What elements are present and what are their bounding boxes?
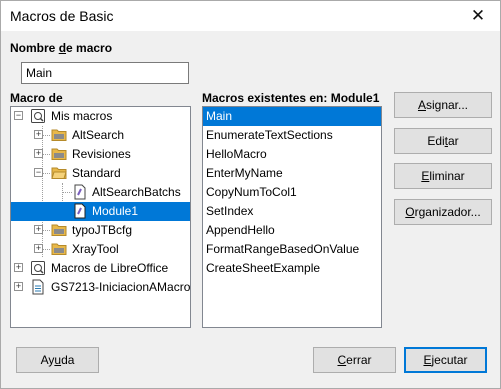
tree-item-altsearchbatchs[interactable]: AltSearchBatchs [11,183,190,202]
tree-item-xraytool[interactable]: + XrayTool [11,240,190,259]
list-item[interactable]: Main [203,107,381,126]
tree-item-mis-macros[interactable]: − Mis macros [11,107,190,126]
tree-item-standard[interactable]: − Standard [11,164,190,183]
expand-icon[interactable]: + [34,130,43,139]
close-button[interactable]: Cerrar [313,347,396,373]
document-icon [32,279,44,295]
collapse-icon[interactable]: − [34,168,43,177]
edit-button[interactable]: Editar [394,128,492,154]
tree-item-macros-libreoffice[interactable]: + Macros de LibreOffice [11,259,190,278]
run-button[interactable]: Ejecutar [404,347,487,373]
list-item[interactable]: FormatRangeBasedOnValue [203,240,381,259]
folder-icon [51,224,67,236]
tree-item-altsearch[interactable]: + AltSearch [11,126,190,145]
list-item[interactable]: EnumerateTextSections [203,126,381,145]
list-item[interactable]: CreateSheetExample [203,259,381,278]
macro-library-tree[interactable]: − Mis macros + AltSearch + Revisiones − … [10,106,191,328]
delete-button[interactable]: Eliminar [394,163,492,189]
help-button[interactable]: Ayuda [16,347,99,373]
list-item[interactable]: EnterMyName [203,164,381,183]
tree-item-module1[interactable]: Module1 [11,202,190,221]
expand-icon[interactable]: + [34,244,43,253]
expand-icon[interactable]: + [34,149,43,158]
list-item[interactable]: AppendHello [203,221,381,240]
expand-icon[interactable]: + [14,263,23,272]
expand-icon[interactable]: + [14,282,23,291]
existing-macros-list[interactable]: Main EnumerateTextSections HelloMacro En… [202,106,382,328]
tree-item-document[interactable]: + GS7213-IniciacionAMacros [11,278,190,297]
folder-icon [51,243,67,255]
existing-macros-label: Macros existentes en: Module1 [202,91,380,105]
macro-library-icon [31,109,45,123]
folder-icon [51,148,67,160]
module-icon [74,203,86,219]
assign-button[interactable]: Asignar... [394,92,492,118]
module-icon [74,184,86,200]
list-item[interactable]: SetIndex [203,202,381,221]
title-bar: Macros de Basic ✕ [1,1,500,31]
list-item[interactable]: CopyNumToCol1 [203,183,381,202]
folder-icon [51,129,67,141]
list-item[interactable]: HelloMacro [203,145,381,164]
tree-item-revisiones[interactable]: + Revisiones [11,145,190,164]
macro-library-icon [31,261,45,275]
macro-name-input[interactable]: Main [21,62,189,84]
window-title: Macros de Basic [10,8,114,24]
folder-open-icon [51,167,67,179]
macro-from-label: Macro de [10,91,63,105]
tree-item-typojtbcfg[interactable]: + typoJTBcfg [11,221,190,240]
collapse-icon[interactable]: − [14,111,23,120]
expand-icon[interactable]: + [34,225,43,234]
macro-name-label: Nombre de macro [10,41,113,55]
close-icon[interactable]: ✕ [456,1,500,31]
macros-dialog: Macros de Basic ✕ Nombre de macro Main M… [0,0,501,389]
organizer-button[interactable]: Organizador... [394,199,492,225]
